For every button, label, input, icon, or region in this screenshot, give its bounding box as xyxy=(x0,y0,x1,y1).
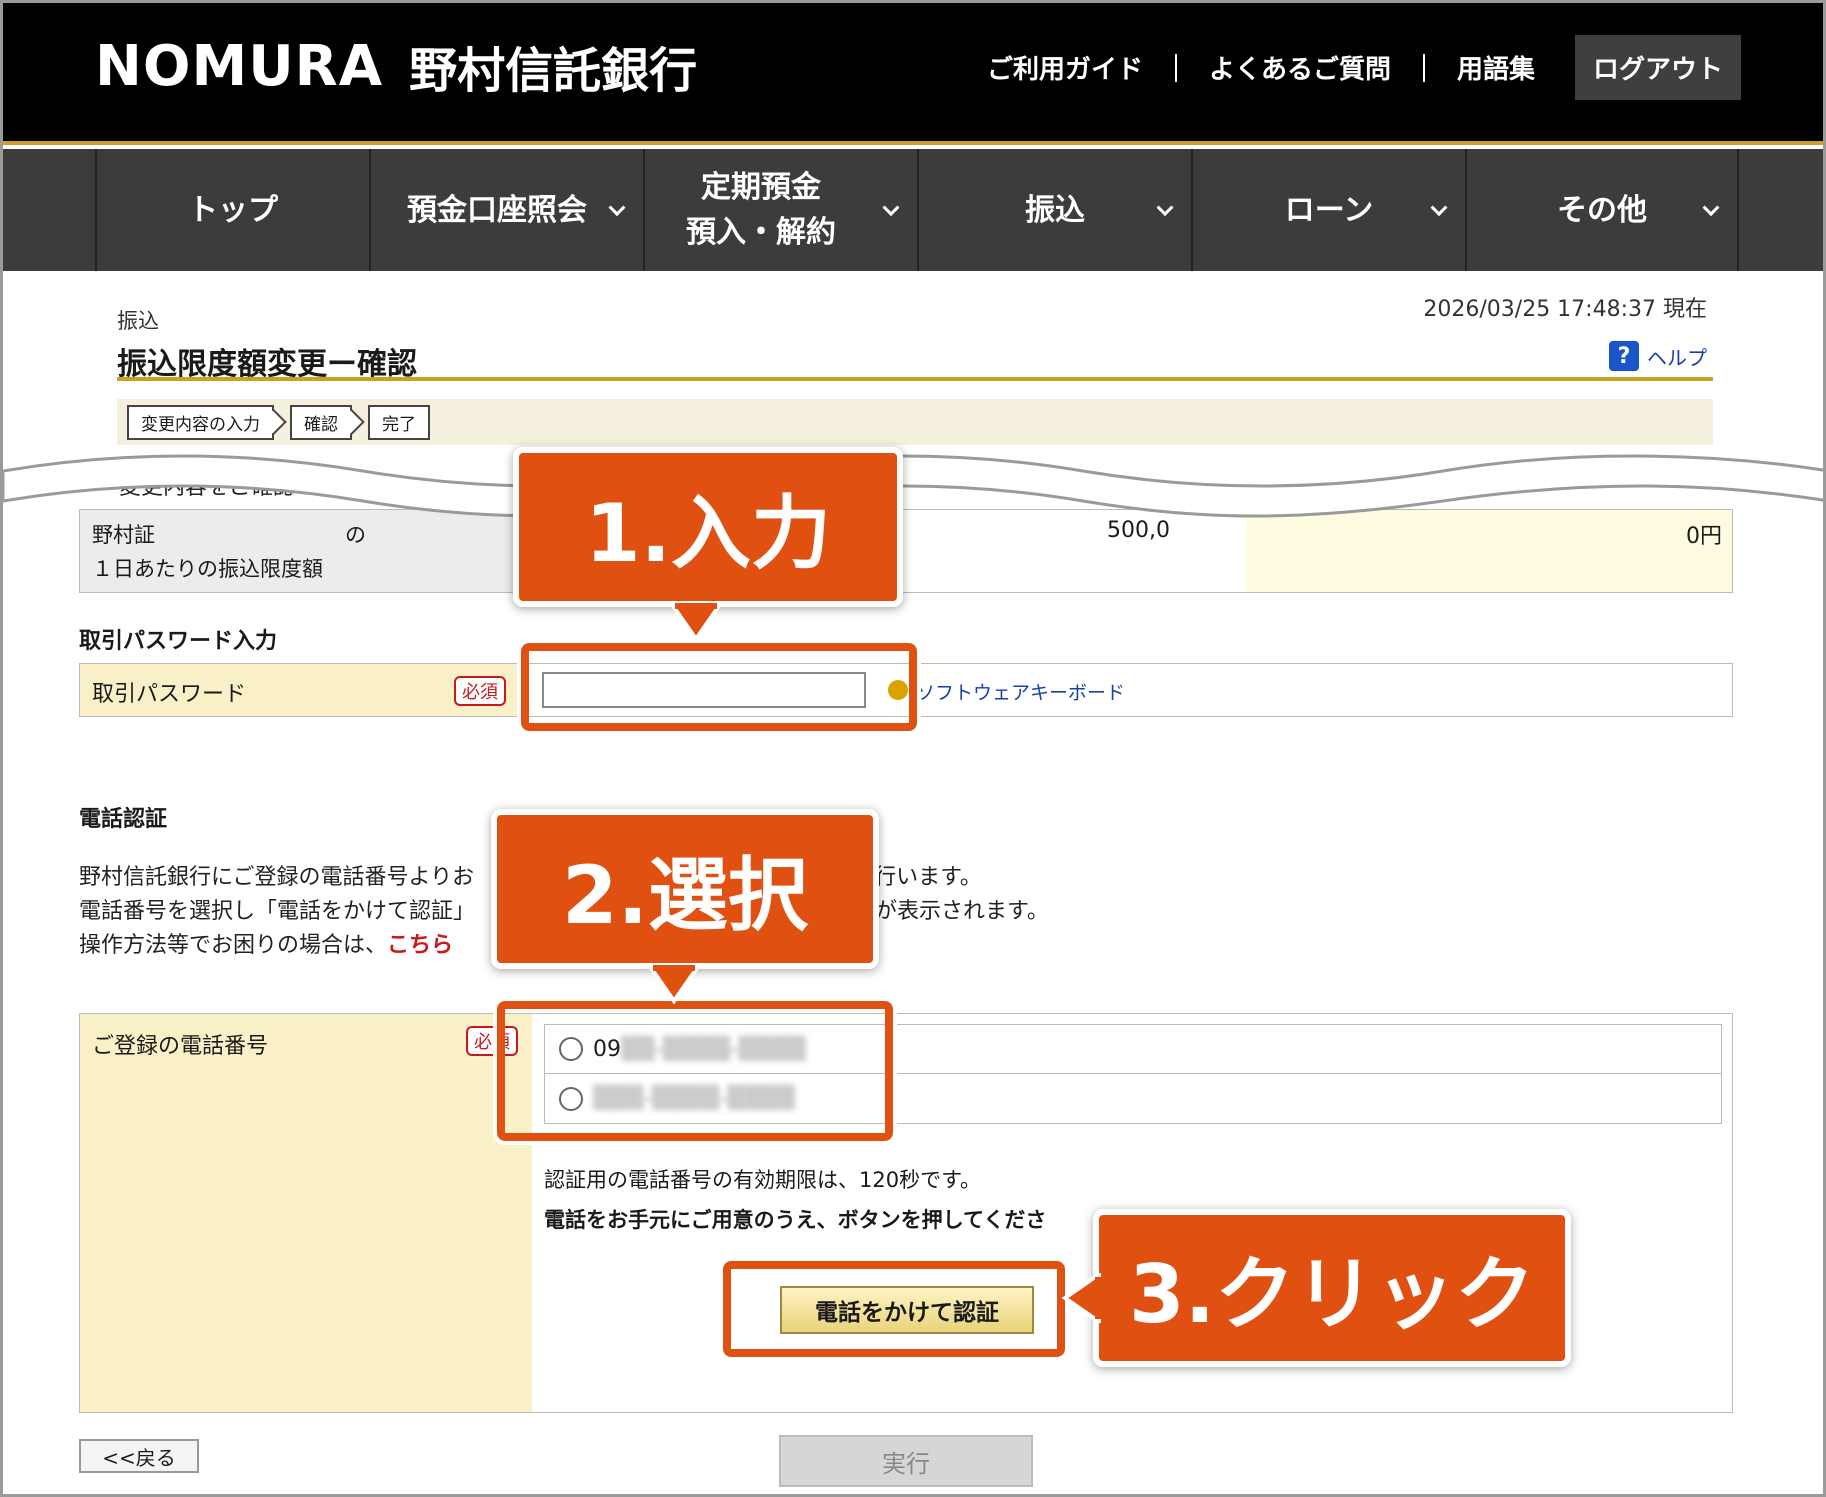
required-badge: 必須 xyxy=(454,676,506,706)
main-nav: トップ 預金口座照会 定期預金 預入・解約 振込 ローン その他 xyxy=(3,149,1823,271)
help-label: ヘルプ xyxy=(1647,345,1707,370)
step-confirm: 確認 xyxy=(290,404,352,440)
tel-line3: 操作方法等でお困りの場合は、こちら xyxy=(79,927,453,959)
page-title: 振込限度額変更ー確認 xyxy=(117,339,1713,382)
phone-label: ご登録の電話番号 必須 xyxy=(80,1014,532,1412)
nav-other[interactable]: その他 xyxy=(1465,149,1739,271)
prepare-note: 電話をお手元にご用意のうえ、ボタンを押してくださ xyxy=(544,1208,1047,1232)
validity-note: 認証用の電話番号の有効期限は、120秒です。 xyxy=(544,1168,981,1192)
password-section-title: 取引パスワード入力 xyxy=(79,629,278,654)
tel-section-title: 電話認証 xyxy=(79,807,168,832)
callout-step3-text: 3.クリック xyxy=(1128,1248,1536,1341)
nav-top[interactable]: トップ xyxy=(95,149,369,271)
phone-label-text: ご登録の電話番号 xyxy=(92,1034,269,1059)
tel-line3-text: 操作方法等でお困りの場合は、 xyxy=(79,933,388,958)
step-input: 変更内容の入力 xyxy=(127,404,274,440)
help-here-link[interactable]: こちら xyxy=(387,933,453,958)
callout-step1: 1.入力 xyxy=(513,447,903,607)
nav-other-label: その他 xyxy=(1557,192,1647,228)
highlight-phone-options xyxy=(493,997,897,1145)
nav-time-deposit-label: 定期預金 預入・解約 xyxy=(686,170,836,250)
wave-divider xyxy=(3,454,1823,518)
logo-jp: 野村信託銀行 xyxy=(409,43,698,99)
back-button[interactable]: <<戻る xyxy=(79,1439,199,1473)
software-keyboard-link[interactable]: ソフトウェアキーボード xyxy=(916,678,1125,705)
highlight-call-button xyxy=(719,1257,1069,1361)
tel-line1-text: 野村信託銀行にご登録の電話番号よりお xyxy=(79,865,475,890)
screenshot-frame: NOMURA 野村信託銀行 ご利用ガイド よくあるご質問 用語集 ログアウト ト… xyxy=(0,0,1826,1497)
callout-step2-text: 2.選択 xyxy=(561,849,809,942)
progress-steps: 変更内容の入力 確認 完了 xyxy=(117,399,1713,445)
glossary-link[interactable]: 用語集 xyxy=(1425,49,1567,86)
nav-loan[interactable]: ローン xyxy=(1191,149,1465,271)
breadcrumb: 振込 xyxy=(117,309,159,333)
guide-link[interactable]: ご利用ガイド xyxy=(955,49,1175,86)
chevron-down-icon xyxy=(882,199,900,217)
nav-account-inquiry-label: 預金口座照会 xyxy=(407,192,587,228)
chevron-down-icon xyxy=(608,199,626,217)
help-icon: ? xyxy=(1609,341,1639,371)
step-complete: 完了 xyxy=(368,404,430,440)
nav-account-inquiry[interactable]: 預金口座照会 xyxy=(369,149,643,271)
logo-en: NOMURA xyxy=(95,33,384,99)
callout-step1-text: 1.入力 xyxy=(584,487,832,580)
chevron-down-icon xyxy=(1430,199,1448,217)
help-link[interactable]: ? ヘルプ xyxy=(1609,341,1707,371)
tel-line2-text: 電話番号を選択し「電話をかけて認証」 xyxy=(79,899,476,924)
execute-button[interactable]: 実行 xyxy=(779,1435,1033,1487)
timestamp: 2026/03/25 17:48:37 現在 xyxy=(1423,297,1707,322)
callout-step2: 2.選択 xyxy=(491,809,879,969)
chevron-down-icon xyxy=(1156,199,1174,217)
nav-loan-label: ローン xyxy=(1284,192,1374,228)
site-header: NOMURA 野村信託銀行 ご利用ガイド よくあるご質問 用語集 ログアウト xyxy=(3,3,1823,145)
nav-transfer[interactable]: 振込 xyxy=(917,149,1191,271)
logout-button[interactable]: ログアウト xyxy=(1574,35,1741,100)
callout-tail-icon xyxy=(671,603,721,643)
callout-tail-icon xyxy=(1061,1273,1101,1323)
nav-top-label: トップ xyxy=(188,192,278,228)
callout-tail-icon xyxy=(649,965,699,1005)
chevron-down-icon xyxy=(1702,199,1720,217)
nav-time-deposit[interactable]: 定期預金 預入・解約 xyxy=(643,149,917,271)
faq-link[interactable]: よくあるご質問 xyxy=(1177,49,1423,86)
limit-label-line2: １日あたりの振込限度額 xyxy=(92,557,323,581)
header-links: ご利用ガイド よくあるご質問 用語集 ログアウト xyxy=(955,35,1741,100)
password-label: 取引パスワード 必須 xyxy=(80,664,520,716)
callout-step3: 3.クリック xyxy=(1093,1209,1571,1367)
nav-transfer-label: 振込 xyxy=(1025,192,1085,228)
password-label-text: 取引パスワード xyxy=(92,682,247,707)
highlight-password xyxy=(517,639,921,735)
tel-line1-tail: 行います。 xyxy=(874,865,982,890)
tel-line2-tail: が表示されます。 xyxy=(875,899,1049,924)
bank-logo[interactable]: NOMURA 野村信託銀行 xyxy=(95,31,697,101)
